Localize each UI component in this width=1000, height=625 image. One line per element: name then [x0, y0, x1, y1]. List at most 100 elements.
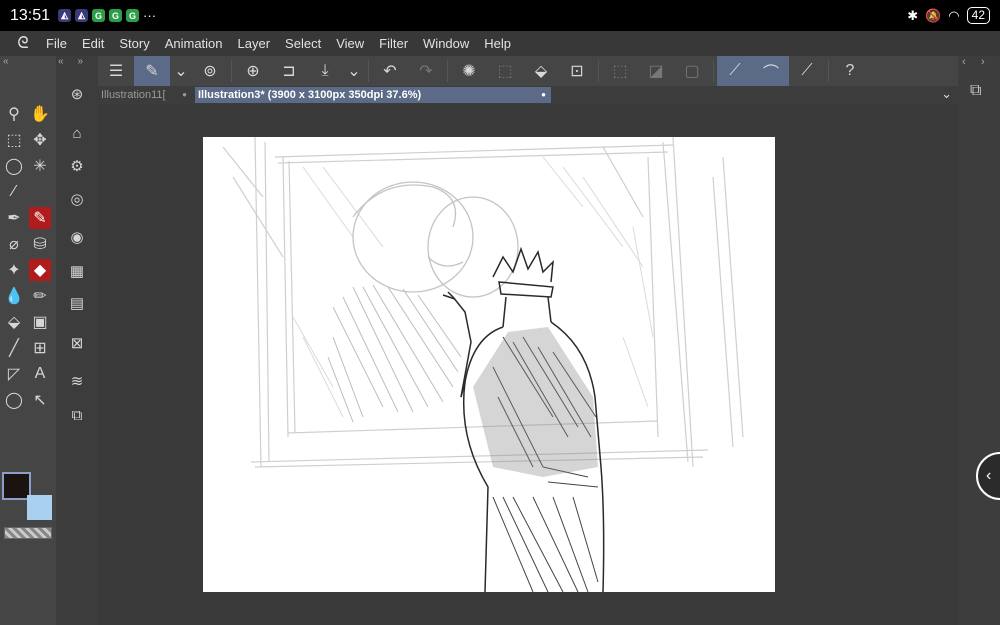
invert-selection-icon[interactable]: ◪: [638, 56, 674, 86]
layer-property-icon[interactable]: ⊠: [66, 332, 88, 354]
fill-bucket-icon[interactable]: ⬙: [523, 56, 559, 86]
panel-header: ‹ ›: [962, 56, 985, 68]
tool-palette: « ⚲ ✋ ⬚ ✥ ◯ ✳ ⁄ ✒ ✎ ⌀ ⛁ ✦ ◆ 💧 ✏ ⬙ ▣ ╱ ⊞ …: [0, 56, 56, 625]
document-tab-bar: Illustration11[ ● Illustration3* (3900 x…: [98, 86, 958, 104]
divider: [368, 60, 369, 82]
correct-line-icon[interactable]: ↖: [29, 389, 51, 411]
fill-icon[interactable]: ⬙: [3, 311, 25, 333]
hand-icon[interactable]: ✋: [29, 103, 51, 125]
eyedropper-icon[interactable]: ⁄: [3, 181, 25, 203]
menu-view[interactable]: View: [336, 36, 364, 51]
layers-panel-icon[interactable]: ⧉: [970, 82, 981, 100]
layer-search-icon[interactable]: ⧉: [66, 404, 88, 426]
menu-bar: ᘓ File Edit Story Animation Layer Select…: [0, 31, 1000, 56]
text-icon[interactable]: A: [29, 363, 51, 385]
color-set-icon[interactable]: ▦: [66, 260, 88, 282]
menu-file[interactable]: File: [46, 36, 67, 51]
help-icon[interactable]: ?: [832, 56, 868, 86]
magic-wand-icon[interactable]: ✳: [29, 155, 51, 177]
selection-border-icon[interactable]: ▢: [674, 56, 710, 86]
decoration-icon[interactable]: ✦: [3, 259, 25, 281]
pen-icon[interactable]: ✒: [3, 207, 25, 229]
subpalette-header: « »: [58, 56, 84, 67]
timeline-icon[interactable]: ▤: [66, 292, 88, 314]
tab-close-icon[interactable]: ●: [541, 87, 546, 103]
color-circle-icon[interactable]: ◉: [66, 226, 88, 248]
system-status-bar: 13:51 ◭ ◭ G G G ··· ✱ 🔕 ◠ 42: [0, 0, 1000, 31]
new-canvas-icon[interactable]: ⊕: [235, 56, 271, 86]
notification-icon: G: [109, 9, 123, 22]
tab-close-icon[interactable]: ●: [182, 87, 187, 103]
menu-edit[interactable]: Edit: [82, 36, 104, 51]
line-icon[interactable]: ╱: [3, 337, 25, 359]
tab-illustration3[interactable]: Illustration3* (3900 x 3100px 350dpi 37.…: [195, 87, 551, 103]
tab-illustration11[interactable]: Illustration11[ ●: [98, 87, 192, 103]
brush-icon[interactable]: ⌀: [3, 233, 25, 255]
gradient-icon[interactable]: ▣: [29, 311, 51, 333]
divider: [447, 60, 448, 82]
notification-icon: ◭: [58, 9, 72, 22]
balloon-icon[interactable]: ◯: [3, 389, 25, 411]
sub-tool-settings-icon[interactable]: ⚙: [66, 155, 88, 177]
frame-icon[interactable]: ⊞: [29, 337, 51, 359]
lasso-icon[interactable]: ◯: [3, 155, 25, 177]
menu-story[interactable]: Story: [119, 36, 149, 51]
transparent-color-swatch[interactable]: [4, 527, 52, 539]
hamburger-menu-icon[interactable]: ☰: [98, 56, 134, 86]
redo-icon[interactable]: ↷: [408, 56, 444, 86]
move-icon[interactable]: ✥: [29, 129, 51, 151]
menu-filter[interactable]: Filter: [379, 36, 408, 51]
sketch-artwork: [222, 137, 744, 592]
background-color-swatch[interactable]: [27, 495, 52, 520]
blend-icon[interactable]: 💧: [3, 285, 25, 307]
divider: [828, 60, 829, 82]
drawing-canvas[interactable]: [203, 137, 775, 592]
divider: [231, 60, 232, 82]
airbrush-icon[interactable]: ⛁: [29, 233, 51, 255]
save-icon[interactable]: ⤓: [307, 56, 343, 86]
divider: [713, 60, 714, 82]
notification-icon: ◭: [75, 9, 89, 22]
loading-icon[interactable]: ✺: [451, 56, 487, 86]
chevron-down-icon[interactable]: ⌄: [941, 86, 952, 102]
menu-animation[interactable]: Animation: [165, 36, 223, 51]
more-notifications-icon: ···: [143, 8, 157, 23]
object-icon[interactable]: ⬚: [3, 129, 25, 151]
chevron-down-icon[interactable]: ⌄: [170, 56, 192, 86]
material-icon[interactable]: ⌂: [66, 122, 88, 144]
tab-label: Illustration11[: [101, 89, 166, 101]
menu-layer[interactable]: Layer: [238, 36, 271, 51]
color-brush-icon[interactable]: ✏: [29, 285, 51, 307]
battery-indicator: 42: [966, 7, 990, 24]
wifi-icon: ◠: [948, 7, 960, 23]
command-bar: ☰ ✎ ⌄ ⊚ ⊕ ⊐ ⤓ ⌄ ↶ ↷ ✺ ⬚ ⬙ ⊡ ⬚ ◪ ▢ ⟋ ⌒ ⟋ …: [98, 56, 958, 86]
divider: [598, 60, 599, 82]
zoom-icon[interactable]: ⚲: [3, 103, 25, 125]
menu-window[interactable]: Window: [423, 36, 469, 51]
snap-ruler-icon[interactable]: ⟋: [717, 56, 753, 86]
layers-icon[interactable]: ≋: [66, 370, 88, 392]
snap-special-ruler-icon[interactable]: ⌒: [753, 56, 789, 86]
menu-help[interactable]: Help: [484, 36, 511, 51]
transform-icon[interactable]: ⊡: [559, 56, 595, 86]
tab-label: Illustration3* (3900 x 3100px 350dpi 37.…: [198, 89, 422, 101]
brush-size-icon[interactable]: ◎: [66, 188, 88, 210]
clear-icon[interactable]: ⬚: [487, 56, 523, 86]
undo-icon[interactable]: ↶: [372, 56, 408, 86]
ruler-icon[interactable]: ◸: [3, 363, 25, 385]
snap-grid-icon[interactable]: ⟋: [789, 56, 825, 86]
companion-icon[interactable]: ⊚: [192, 56, 228, 86]
chevron-down-icon[interactable]: ⌄: [343, 56, 365, 86]
quick-edit-icon[interactable]: ✎: [134, 56, 170, 86]
navigator-icon[interactable]: ⊛: [66, 83, 88, 105]
notification-icon: G: [92, 9, 106, 22]
canvas-viewport[interactable]: [98, 104, 958, 625]
pencil-icon[interactable]: ✎: [29, 207, 51, 229]
sub-palette: « » ⊛ ⌂ ⚙ ◎ ◉ ▦ ▤ ⊠ ≋ ⧉: [56, 56, 98, 625]
open-folder-icon[interactable]: ⊐: [271, 56, 307, 86]
menu-select[interactable]: Select: [285, 36, 321, 51]
eraser-icon[interactable]: ◆: [29, 259, 51, 281]
app-logo-icon[interactable]: ᘓ: [0, 35, 46, 53]
notification-icon: G: [126, 9, 140, 22]
deselect-icon[interactable]: ⬚: [602, 56, 638, 86]
